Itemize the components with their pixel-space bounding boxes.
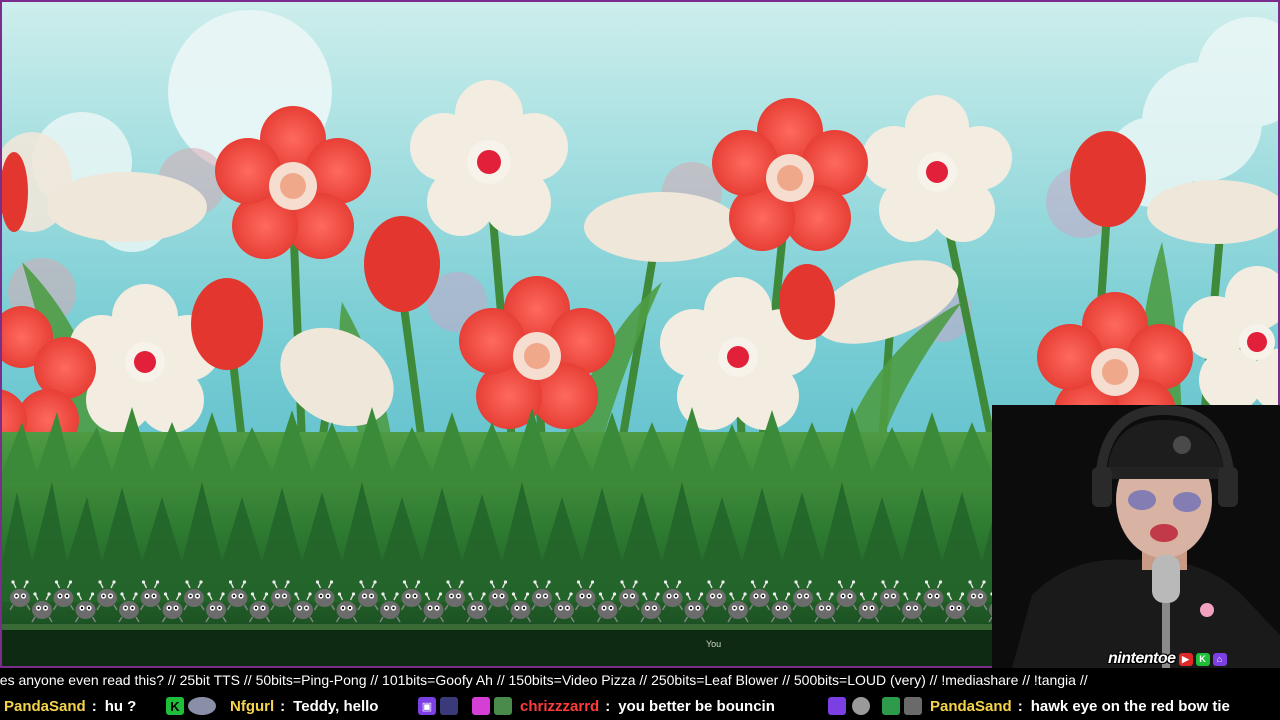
emote-icon xyxy=(494,697,512,715)
twitch-badge-icon xyxy=(828,697,846,715)
chat-text: hawk eye on the red bow tie xyxy=(1030,698,1230,715)
streamer-silhouette xyxy=(992,405,1280,668)
kick-badge-icon: K xyxy=(166,697,184,715)
twitch-badge-icon: ▣ xyxy=(418,697,436,715)
heart-badge-icon xyxy=(472,697,490,715)
chat-text: you better be bouncin xyxy=(618,698,775,715)
brand-name: nintentoe xyxy=(1108,650,1176,667)
emote-icon xyxy=(882,697,900,715)
chat-username: Nfgurl xyxy=(230,698,275,715)
webcam-feed xyxy=(992,405,1280,668)
chat-separator: : xyxy=(280,698,286,715)
chat-message: PandaSand : hawk eye on the red bow tie xyxy=(930,698,1230,715)
chat-separator: : xyxy=(605,698,611,715)
chat-text: Teddy, hello xyxy=(293,698,379,715)
stream-screen: You nintentoe ▶ K ⌂ oes anyone even read… xyxy=(0,0,1280,720)
chat-message: Nfgurl : Teddy, hello xyxy=(230,698,378,715)
emote-icon xyxy=(188,697,216,715)
chat-username: chrizzzarrd xyxy=(520,698,600,715)
youtube-icon: ▶ xyxy=(1178,652,1193,666)
chat-separator: : xyxy=(1017,698,1023,715)
chat-message: PandaSand : hu ? xyxy=(4,698,136,715)
ticker-text: oes anyone even read this? // 25bit TTS … xyxy=(0,672,1088,688)
emote-icon xyxy=(904,697,922,715)
chat-separator: : xyxy=(91,698,97,715)
chat-username: PandaSand xyxy=(930,698,1012,715)
player-label: You xyxy=(706,639,722,649)
emote-icon xyxy=(440,697,458,715)
twitch-icon: ⌂ xyxy=(1212,652,1227,666)
chat-text: hu ? xyxy=(104,698,137,715)
chat-username: PandaSand xyxy=(4,698,86,715)
channel-brand: nintentoe ▶ K ⌂ xyxy=(1108,650,1227,668)
emote-icon xyxy=(852,697,870,715)
bits-ticker: oes anyone even read this? // 25bit TTS … xyxy=(0,670,1280,690)
chat-message: chrizzzarrd : you better be bouncin xyxy=(520,698,775,715)
kick-icon: K xyxy=(1195,652,1210,666)
